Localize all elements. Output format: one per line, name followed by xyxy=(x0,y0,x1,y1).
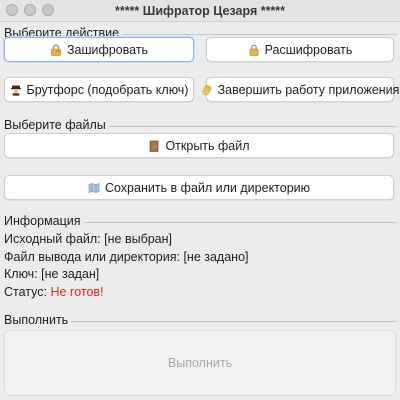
exit-button[interactable]: Завершить работу приложения xyxy=(202,77,399,102)
window-titlebar: ***** Шифратор Цезаря ***** xyxy=(0,0,400,22)
output-label: Файл вывода или директория: xyxy=(4,250,180,264)
save-file-button[interactable]: Сохранить в файл или директорию xyxy=(4,175,394,200)
status-row: Статус: Не готов! xyxy=(4,285,104,299)
execute-button-label: Выполнить xyxy=(167,356,233,370)
source-file-label: Исходный файл: xyxy=(4,232,101,246)
map-icon xyxy=(88,182,100,194)
key-row: Ключ: [не задан] xyxy=(4,267,99,281)
window-title: ***** Шифратор Цезаря ***** xyxy=(114,4,286,18)
files-section-title: Выберите файлы xyxy=(4,118,109,132)
execute-section-title: Выполнить xyxy=(4,313,72,327)
lock-key-icon xyxy=(50,43,62,56)
open-file-button[interactable]: Открыть файл xyxy=(4,133,394,158)
status-value: Не готов! xyxy=(50,285,104,299)
decrypt-button-label: Расшифровать xyxy=(264,42,353,57)
decrypt-button[interactable]: Расшифровать xyxy=(206,37,394,62)
exit-button-label: Завершить работу приложения xyxy=(217,82,400,97)
info-section-title: Информация xyxy=(4,214,84,228)
save-file-button-label: Сохранить в файл или директорию xyxy=(104,180,311,195)
encrypt-button[interactable]: Зашифровать xyxy=(4,37,194,62)
source-file-value: [не выбран] xyxy=(104,232,173,246)
output-value: [не задано] xyxy=(183,250,249,264)
door-icon xyxy=(148,140,160,152)
execute-button[interactable]: Выполнить xyxy=(4,330,396,396)
key-value: [не задан] xyxy=(41,267,100,281)
encrypt-button-label: Зашифровать xyxy=(66,42,149,57)
key-label: Ключ: xyxy=(4,267,38,281)
source-file-row: Исходный файл: [не выбран] xyxy=(4,232,172,246)
bruteforce-button-label: Брутфорс (подобрать ключ) xyxy=(26,82,189,97)
padlock-icon xyxy=(248,44,260,56)
waving-hand-icon xyxy=(201,84,213,96)
bruteforce-button[interactable]: Брутфорс (подобрать ключ) xyxy=(4,77,194,102)
status-label: Статус: xyxy=(4,285,47,299)
detective-icon xyxy=(10,84,22,96)
open-file-button-label: Открыть файл xyxy=(165,138,250,153)
output-row: Файл вывода или директория: [не задано] xyxy=(4,250,249,264)
